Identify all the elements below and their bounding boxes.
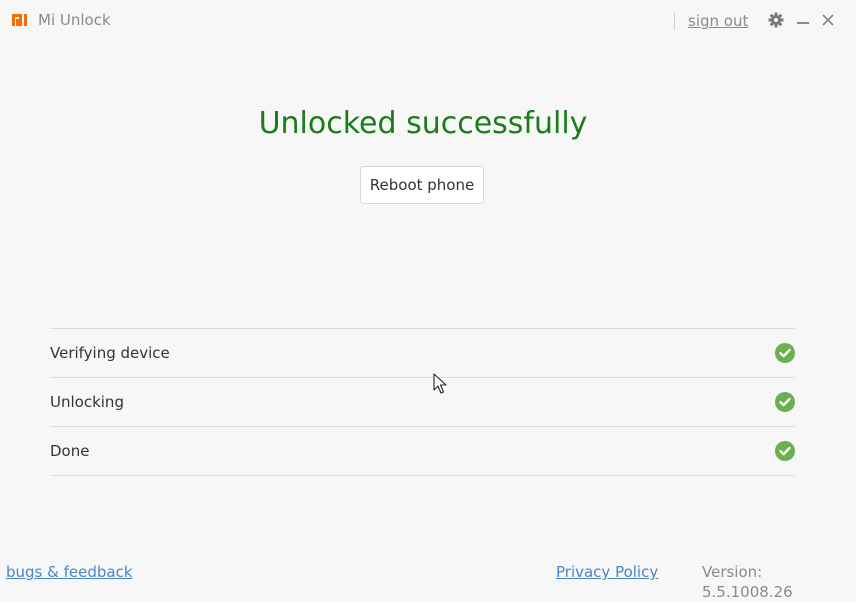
step-done: Done: [50, 427, 795, 476]
privacy-policy-link[interactable]: Privacy Policy: [556, 562, 658, 582]
bugs-feedback-link[interactable]: bugs & feedback: [6, 562, 133, 582]
mouse-cursor-icon: [433, 373, 447, 394]
step-label: Done: [50, 442, 90, 460]
minimize-button[interactable]: [793, 10, 813, 30]
status-title: Unlocked successfully: [258, 106, 588, 141]
close-icon: [822, 14, 834, 26]
progress-steps-list: Verifying device Unlocking Done: [50, 328, 795, 476]
titlebar-divider: [674, 12, 675, 30]
mi-logo-icon: [12, 14, 27, 26]
settings-button[interactable]: [766, 10, 786, 30]
check-circle-icon: [775, 441, 795, 461]
close-button[interactable]: [818, 10, 838, 30]
check-circle-icon: [775, 343, 795, 363]
minimize-icon: [797, 22, 809, 24]
title-bar: Mi Unlock sign out: [0, 0, 856, 40]
step-verifying-device: Verifying device: [50, 329, 795, 378]
reboot-phone-button[interactable]: Reboot phone: [360, 166, 484, 204]
step-unlocking: Unlocking: [50, 378, 795, 427]
step-label: Unlocking: [50, 393, 124, 411]
gear-icon: [768, 12, 784, 28]
mi-unlock-window: Mi Unlock sign out Unlocked successfully…: [0, 0, 856, 601]
version-label: Version: 5.5.1008.26: [702, 563, 793, 601]
step-label: Verifying device: [50, 344, 170, 362]
sign-out-link[interactable]: sign out: [688, 11, 748, 31]
app-title: Mi Unlock: [38, 11, 111, 29]
check-circle-icon: [775, 392, 795, 412]
